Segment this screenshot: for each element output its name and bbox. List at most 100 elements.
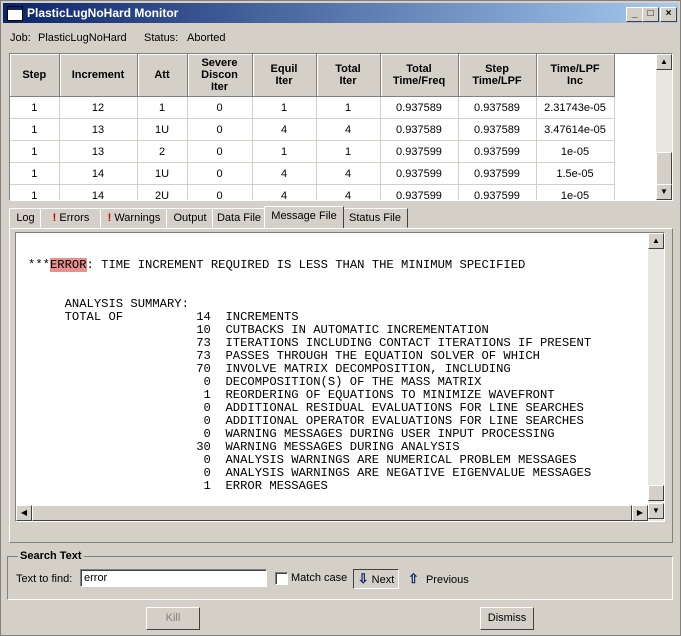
message-file-text[interactable]: ***ERROR: TIME INCREMENT REQUIRED IS LES… xyxy=(15,232,665,522)
table-cell: 14 xyxy=(59,162,138,185)
table-cell: 0.937599 xyxy=(380,162,459,185)
table-row[interactable]: 1 13 2 0 1 1 0.937599 0.937599 1e-05 xyxy=(10,140,615,163)
window-title: PlasticLugNoHard Monitor xyxy=(27,6,179,20)
table-cell: 0.937599 xyxy=(380,140,459,163)
tab-label: Data File xyxy=(216,212,262,224)
text-scroll-right-icon[interactable]: ▶ xyxy=(632,505,648,521)
table-cell: 1e-05 xyxy=(536,140,615,163)
table-cell: 0.937599 xyxy=(458,184,537,200)
tab-label: Errors xyxy=(59,212,90,224)
column-header-text: Step xyxy=(22,69,47,81)
tab-label: Message File xyxy=(271,210,337,222)
table-cell: 1 xyxy=(316,140,381,163)
table-row[interactable]: 1 12 1 0 1 1 0.937589 0.937589 2.31743e-05 xyxy=(10,96,615,119)
table-cell: 1e-05 xyxy=(536,184,615,200)
column-header[interactable]: Total Time/Freq xyxy=(380,54,459,97)
scroll-thumb[interactable] xyxy=(656,152,672,186)
next-label: Next xyxy=(371,574,395,586)
table-cell: 4 xyxy=(252,118,317,141)
kill-button[interactable]: Kill xyxy=(146,607,200,630)
table-vertical-scrollbar[interactable]: ▲ ▼ xyxy=(656,54,672,200)
table-cell: 0.937599 xyxy=(380,184,459,200)
tab-label: Log xyxy=(16,212,35,224)
minimize-button[interactable]: _ xyxy=(626,7,643,22)
tab-label: Status File xyxy=(349,212,401,224)
scroll-up-arrow-icon[interactable]: ▲ xyxy=(656,54,672,70)
text-scroll-thumb[interactable] xyxy=(648,485,664,501)
column-header-text: Increment xyxy=(71,69,125,81)
column-header-text: Severe xyxy=(201,57,238,69)
column-header[interactable]: Total Iter xyxy=(316,54,381,97)
tab-message-file[interactable]: Message File xyxy=(264,206,344,228)
table-cell: 1.5e-05 xyxy=(536,162,615,185)
error-prefix: *** xyxy=(28,258,50,272)
column-header-text: Time/LPF xyxy=(472,75,522,87)
table-cell: 2 xyxy=(137,140,188,163)
job-name: PlasticLugNoHard xyxy=(38,32,127,44)
tab-warnings[interactable]: ! Warnings xyxy=(100,208,168,228)
column-header[interactable]: Time/LPF Inc xyxy=(536,54,615,97)
table-cell: 1 xyxy=(10,118,60,141)
find-input[interactable] xyxy=(80,569,267,587)
title-bar[interactable]: PlasticLugNoHard Monitor _ □ × xyxy=(3,3,678,23)
text-vertical-scrollbar[interactable]: ▲ ▼ xyxy=(648,233,664,521)
table-cell: 1 xyxy=(10,140,60,163)
table-cell: 4 xyxy=(316,118,381,141)
table-row[interactable]: 1 13 1U 0 4 4 0.937589 0.937589 3.47614e-05 xyxy=(10,118,615,141)
next-button[interactable]: ⇩ Next xyxy=(353,569,399,589)
text-hscroll-thumb[interactable] xyxy=(32,505,632,521)
column-header[interactable]: Increment xyxy=(59,54,138,97)
column-header-text: Time/LPF xyxy=(550,63,600,75)
column-header-text: Inc xyxy=(567,75,583,87)
table-cell: 0 xyxy=(187,118,253,141)
column-header[interactable]: Equil Iter xyxy=(252,54,317,97)
column-header[interactable]: Att xyxy=(137,54,188,97)
table-cell: 13 xyxy=(59,140,138,163)
tab-data-file[interactable]: Data File xyxy=(212,208,266,228)
tab-output[interactable]: Output xyxy=(166,208,214,228)
dismiss-button[interactable]: Dismiss xyxy=(480,607,534,630)
table-cell: 0 xyxy=(187,162,253,185)
column-header[interactable]: Step xyxy=(10,54,60,97)
tab-label: Warnings xyxy=(114,212,161,224)
close-button[interactable]: × xyxy=(660,7,677,22)
table-cell: 4 xyxy=(252,184,317,200)
column-header-text: Equil xyxy=(270,63,298,75)
table-cell: 2.31743e-05 xyxy=(536,96,615,119)
text-scroll-left-icon[interactable]: ◀ xyxy=(16,505,32,521)
text-scroll-down-icon[interactable]: ▼ xyxy=(648,503,664,519)
table-cell: 1U xyxy=(137,118,188,141)
scroll-down-arrow-icon[interactable]: ▼ xyxy=(656,184,672,200)
table-row[interactable]: 1 14 1U 0 4 4 0.937599 0.937599 1.5e-05 xyxy=(10,162,615,185)
match-case-checkbox[interactable] xyxy=(275,572,288,585)
text-horizontal-scrollbar[interactable]: ◀ ▶ xyxy=(16,505,648,521)
tab-log[interactable]: Log xyxy=(9,208,42,228)
find-label: Text to find: xyxy=(16,573,73,585)
table-row[interactable]: 1 14 2U 0 4 4 0.937599 0.937599 1e-05 xyxy=(10,184,615,200)
down-arrow-icon: ⇩ xyxy=(357,571,369,586)
column-header-text: Discon xyxy=(201,69,238,81)
maximize-button[interactable]: □ xyxy=(642,7,659,22)
table-cell: 4 xyxy=(252,162,317,185)
table-cell: 13 xyxy=(59,118,138,141)
table-cell: 0.937599 xyxy=(458,162,537,185)
previous-button[interactable]: ⇧ Previous xyxy=(408,571,469,587)
column-header-text: Time/Freq xyxy=(392,75,446,87)
table-cell: 1 xyxy=(10,162,60,185)
text-scroll-up-icon[interactable]: ▲ xyxy=(648,233,664,249)
tab-status-file[interactable]: Status File xyxy=(342,208,408,228)
increments-table[interactable]: Step Increment Att Severe Discon Iter Equil Ite… xyxy=(9,53,673,201)
column-header[interactable]: Severe Discon Iter xyxy=(187,54,253,97)
column-header[interactable]: Step Time/LPF xyxy=(458,54,537,97)
match-case-label[interactable]: Match case xyxy=(291,572,347,584)
search-group-label: Search Text xyxy=(18,550,84,562)
column-header-text: Att xyxy=(154,69,170,81)
column-header-text: Step xyxy=(485,63,509,75)
search-highlight: ERROR xyxy=(49,258,87,272)
error-line: : TIME INCREMENT REQUIRED IS LESS THAN T… xyxy=(86,258,526,272)
app-icon xyxy=(7,6,23,21)
message-text-content: ***ERROR: TIME INCREMENT REQUIRED IS LES… xyxy=(28,258,591,493)
tab-errors[interactable]: ! Errors xyxy=(40,208,102,228)
table-cell: 0.937589 xyxy=(380,96,459,119)
table-cell: 12 xyxy=(59,96,138,119)
